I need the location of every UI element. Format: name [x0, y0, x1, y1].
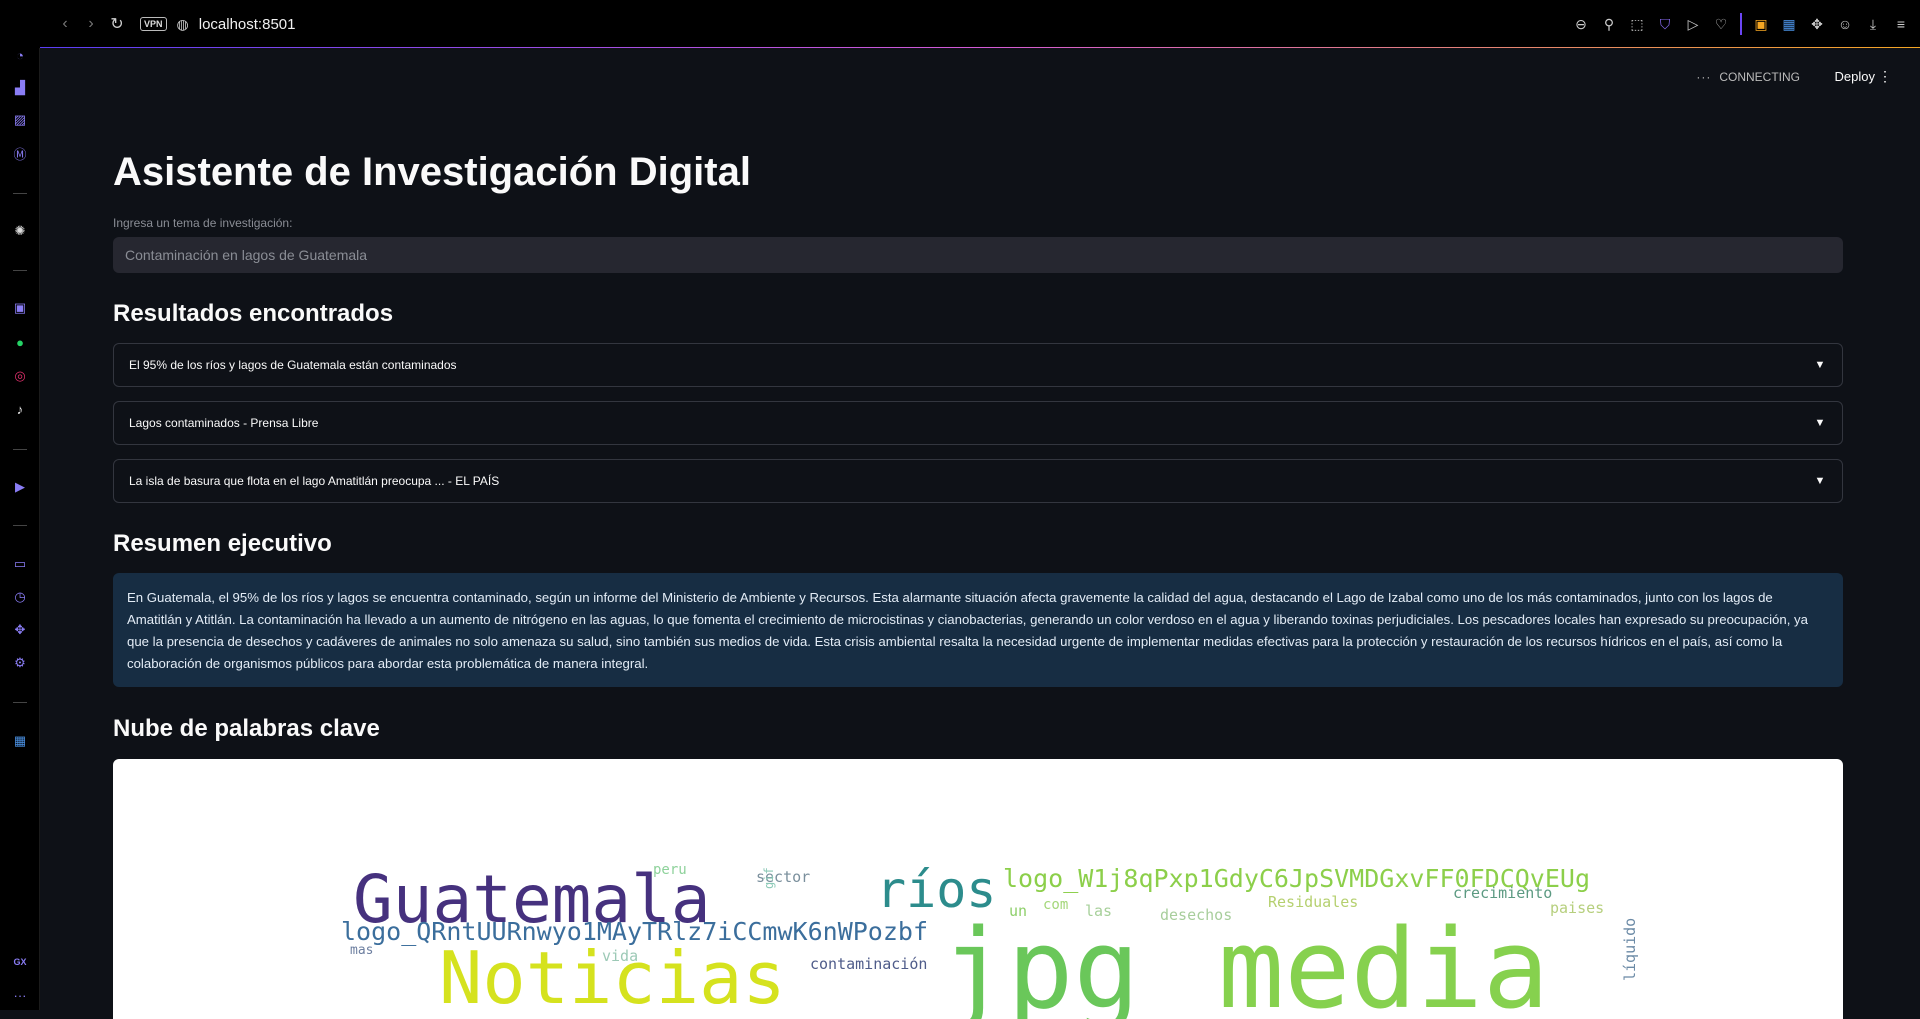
sidebar-divider — [13, 193, 27, 194]
sidebar-divider — [13, 449, 27, 450]
wordcloud-word: líquido — [1621, 917, 1639, 981]
wordcloud-word: peru — [653, 862, 687, 878]
browser-sidebar: ⟲ ◔ ▟ ▨ Ⓜ ✺ ▣ ● ◎ ♪ ▶ ▭ ◷ ✥ ⚙ ▦ GX ··· — [0, 0, 40, 1010]
sidebar-divider — [13, 525, 27, 526]
chatgpt-icon[interactable]: ✺ — [10, 221, 30, 241]
main-menu-icon[interactable]: ⋮ — [1878, 68, 1892, 85]
result-title: Lagos contaminados - Prensa Libre — [129, 416, 319, 430]
topic-input-label: Ingresa un tema de investigación: — [113, 216, 293, 230]
messenger-m-icon[interactable]: Ⓜ — [10, 143, 30, 163]
wordcloud-word: vida — [602, 947, 639, 965]
connection-status: ··· CONNECTING — [1696, 70, 1800, 84]
wordcloud-heading: Nube de palabras clave — [113, 715, 380, 742]
wordcloud-word: com — [1043, 897, 1069, 913]
toolbar-right: ⊖ ⚲ ⬚ ⛉ ▷ ♡ ▣ ▦ ✥ ☺ ⤓ ≡ — [1572, 0, 1910, 48]
instagram-icon[interactable]: ◎ — [10, 366, 30, 386]
wallet-icon[interactable]: ▭ — [10, 554, 30, 574]
chevron-down-icon: ▼ — [1814, 417, 1826, 429]
wordcloud-word: gif — [762, 867, 776, 889]
wordcloud-word: un — [1009, 902, 1028, 920]
snapshot-icon[interactable]: ⬚ — [1628, 15, 1646, 33]
download-icon[interactable]: ⤓ — [1864, 15, 1882, 33]
wordcloud-image: Guatemala ríos logo_W1j8qPxp1GdyC6JpSVMD… — [113, 759, 1843, 1019]
extensions-icon[interactable]: ✥ — [10, 620, 30, 640]
whatsapp-icon[interactable]: ● — [10, 332, 30, 352]
wordcloud-word: las — [1085, 902, 1113, 920]
forward-icon[interactable]: › — [78, 11, 104, 37]
wordcloud-word: mas — [350, 943, 374, 958]
status-text: CONNECTING — [1719, 70, 1800, 84]
globe-icon: ◍ — [176, 15, 189, 32]
result-expander[interactable]: Lagos contaminados - Prensa Libre ▼ — [113, 401, 1843, 445]
address-bar[interactable]: VPN ◍ localhost:8501 — [140, 16, 295, 33]
topic-input[interactable]: Contaminación en lagos de Guatemala — [113, 237, 1843, 273]
result-expander[interactable]: El 95% de los ríos y lagos de Guatemala … — [113, 343, 1843, 387]
wordcloud-word: media — [1218, 905, 1550, 1019]
extension-translate-icon[interactable]: ▦ — [1780, 15, 1798, 33]
page-title: Asistente de Investigación Digital — [113, 150, 751, 194]
tiktok-icon[interactable]: ♪ — [10, 399, 30, 419]
wordcloud-word: contaminación — [810, 955, 928, 973]
url-text[interactable]: localhost:8501 — [199, 16, 296, 33]
result-expander[interactable]: La isla de basura que flota en el lago A… — [113, 459, 1843, 503]
vpn-badge[interactable]: VPN — [140, 17, 167, 31]
reload-icon[interactable]: ↻ — [104, 11, 130, 37]
more-icon[interactable]: ··· — [10, 985, 30, 1005]
sidebar-divider — [13, 702, 27, 703]
aria-icon[interactable]: ◔ — [10, 45, 30, 65]
chevron-down-icon: ▼ — [1814, 359, 1826, 371]
image-icon[interactable]: ▨ — [10, 110, 30, 130]
pin-icon[interactable]: ⚲ — [1600, 15, 1618, 33]
twitch-icon[interactable]: ▣ — [10, 298, 30, 318]
results-heading: Resultados encontrados — [113, 300, 394, 327]
send-icon[interactable]: ▷ — [1684, 15, 1702, 33]
back-icon[interactable]: ‹ — [52, 11, 78, 37]
wordcloud-word: desechos — [1160, 906, 1233, 924]
workspace-icon[interactable]: ▟ — [10, 78, 30, 98]
result-title: El 95% de los ríos y lagos de Guatemala … — [129, 358, 457, 372]
deploy-button[interactable]: Deploy — [1835, 69, 1875, 84]
result-title: La isla de basura que flota en el lago A… — [129, 474, 500, 488]
settings-icon[interactable]: ⚙ — [10, 653, 30, 673]
heart-icon[interactable]: ♡ — [1712, 15, 1730, 33]
wordcloud-word: crecimiento — [1453, 884, 1553, 902]
wordcloud-word: jpg — [941, 905, 1140, 1019]
status-dots-icon: ··· — [1696, 70, 1712, 84]
translate-icon[interactable]: ▦ — [10, 731, 30, 751]
zoom-out-icon[interactable]: ⊖ — [1572, 15, 1590, 33]
summary-heading: Resumen ejecutivo — [113, 530, 332, 557]
chevron-down-icon: ▼ — [1814, 475, 1826, 487]
gx-icon[interactable]: GX — [10, 952, 30, 972]
menu-icon[interactable]: ≡ — [1892, 15, 1910, 33]
browser-toolbar: ‹ › ↻ VPN ◍ localhost:8501 ⊖ ⚲ ⬚ ⛉ ▷ ♡ ▣… — [0, 0, 1920, 48]
wordcloud-word: paises — [1550, 899, 1605, 917]
player-icon[interactable]: ▶ — [10, 477, 30, 497]
shield-icon[interactable]: ⛉ — [1656, 15, 1674, 33]
wordcloud-word: Residuales — [1268, 893, 1359, 911]
sidebar-divider — [13, 270, 27, 271]
profile-icon[interactable]: ☺ — [1836, 15, 1854, 33]
summary-box: En Guatemala, el 95% de los ríos y lagos… — [113, 573, 1843, 687]
history-icon[interactable]: ◷ — [10, 587, 30, 607]
extensions-puzzle-icon[interactable]: ✥ — [1808, 15, 1826, 33]
extension-shop-icon[interactable]: ▣ — [1752, 15, 1770, 33]
